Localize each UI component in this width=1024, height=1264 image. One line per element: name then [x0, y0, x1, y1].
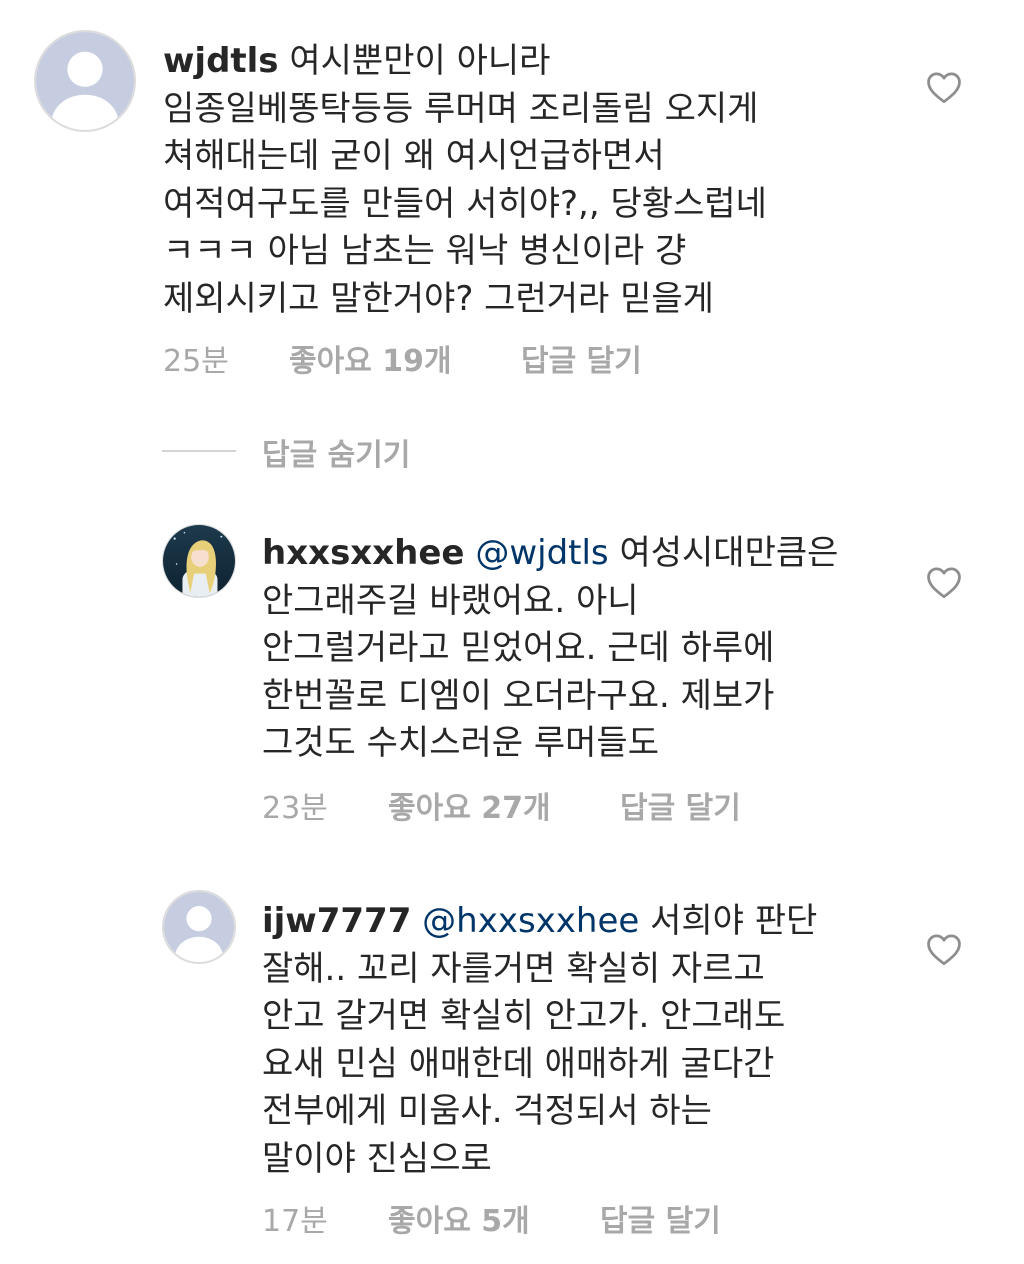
- default-avatar-icon: [164, 892, 234, 962]
- comment-wjdtls: wjdtls 여시뿐만이 아니라 임종일베똥탁등등 루머며 조리돌림 오지게 쳐…: [0, 0, 1024, 400]
- divider-line: [162, 450, 236, 452]
- likes-count[interactable]: 좋아요 27개: [388, 783, 551, 827]
- comment-line: 임종일베똥탁등등 루머며 조리돌림 오지게: [163, 88, 759, 129]
- comment-time: 17분: [262, 1204, 328, 1239]
- username[interactable]: wjdtls: [163, 41, 279, 81]
- comment-line: 서희야 판단: [650, 901, 818, 941]
- comment-meta: 17분 좋아요 5개 답글 달기: [262, 1196, 862, 1239]
- comment-line: ㅋㅋㅋ 아님 남초는 워낙 병신이라 걍: [163, 231, 687, 271]
- comment-line: 여시뿐만이 아니라: [289, 41, 551, 81]
- comment-line: 잘해.. 꼬리 자를거면 확실히 자르고: [262, 948, 765, 989]
- comment-line: 제외시키고 말한거야? 그런거라 믿을게: [163, 278, 714, 319]
- comment-line: 쳐해대는데 굳이 왜 여시언급하면서: [163, 136, 665, 176]
- mention-link[interactable]: @wjdtls: [475, 533, 608, 573]
- comment-text: hxxsxxhee @wjdtls 여성시대만큼은 안그래주길 바랬어요. 아니…: [262, 530, 838, 768]
- username[interactable]: ijw7777: [262, 901, 411, 941]
- reply-button[interactable]: 답글 달기: [620, 783, 741, 827]
- comment-ijw7777: ijw7777 @hxxsxxhee 서희야 판단 잘해.. 꼬리 자를거면 확…: [0, 880, 1024, 1264]
- comment-text: wjdtls 여시뿐만이 아니라 임종일베똥탁등등 루머며 조리돌림 오지게 쳐…: [163, 38, 767, 323]
- likes-count[interactable]: 좋아요 19개: [289, 336, 452, 380]
- comment-line: 여적여구도를 만들어 서히야?,, 당황스럽네: [163, 183, 767, 224]
- comment-line: 안그럴거라고 믿었어요. 근데 하루에: [262, 628, 775, 668]
- comment-line: 안고 갈거면 확실히 안고가. 안그래도: [262, 996, 786, 1036]
- comment-text: ijw7777 @hxxsxxhee 서희야 판단 잘해.. 꼬리 자를거면 확…: [262, 898, 817, 1183]
- reply-button[interactable]: 답글 달기: [521, 336, 642, 380]
- anime-character-avatar-icon: [163, 525, 235, 597]
- heart-icon[interactable]: [925, 932, 963, 966]
- comment-line: 요새 민심 애매한데 애매하게 굴다간: [262, 1043, 775, 1084]
- comment-first-line: ijw7777 @hxxsxxhee 서희야 판단: [262, 898, 817, 946]
- comment-line: 여성시대만큼은: [619, 533, 839, 573]
- heart-icon[interactable]: [925, 565, 963, 599]
- comment-time: 23분: [262, 791, 328, 826]
- comment-meta: 25분 좋아요 19개 답글 달기: [163, 336, 763, 379]
- comment-line: 그것도 수치스러운 루머들도: [262, 723, 659, 763]
- comment-first-line: hxxsxxhee @wjdtls 여성시대만큼은: [262, 530, 838, 578]
- default-avatar-icon: [36, 32, 134, 130]
- comment-time: 25분: [163, 344, 229, 379]
- reply-button[interactable]: 답글 달기: [600, 1196, 721, 1240]
- username[interactable]: hxxsxxhee: [262, 533, 465, 573]
- comment-hxxsxxhee: hxxsxxhee @wjdtls 여성시대만큼은 안그래주길 바랬어요. 아니…: [0, 500, 1024, 840]
- comment-line: 안그래주길 바랬어요. 아니: [262, 580, 639, 621]
- comment-line: 전부에게 미움사. 걱정되서 하는: [262, 1091, 712, 1131]
- hide-replies-button[interactable]: 답글 숨기기: [162, 430, 562, 473]
- hide-replies-label[interactable]: 답글 숨기기: [262, 430, 410, 474]
- avatar[interactable]: [162, 890, 236, 964]
- comment-first-line: wjdtls 여시뿐만이 아니라: [163, 38, 767, 86]
- comment-line: 한번꼴로 디엠이 오더라구요. 제보가: [262, 675, 775, 716]
- likes-count[interactable]: 좋아요 5개: [388, 1196, 530, 1240]
- comment-meta: 23분 좋아요 27개 답글 달기: [262, 783, 862, 826]
- mention-link[interactable]: @hxxsxxhee: [422, 901, 639, 941]
- heart-icon[interactable]: [925, 70, 963, 104]
- avatar[interactable]: [162, 524, 236, 598]
- avatar[interactable]: [34, 30, 136, 132]
- comment-line: 말이야 진심으로: [262, 1138, 492, 1179]
